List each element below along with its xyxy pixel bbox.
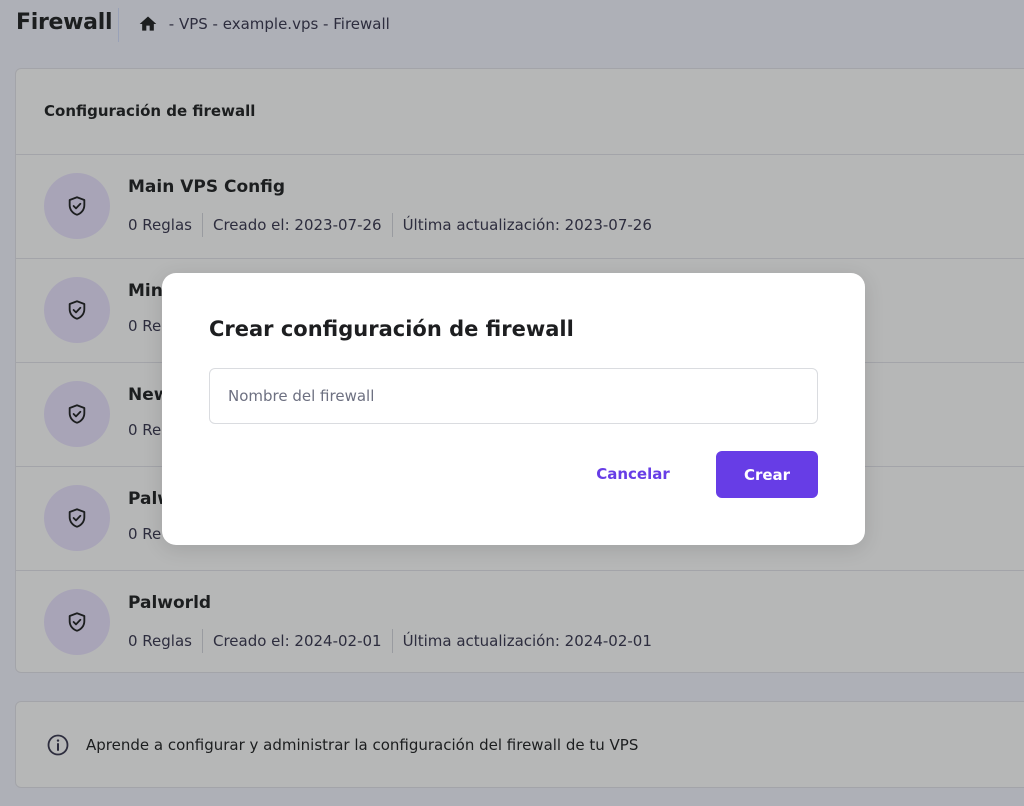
page: Firewall - VPS - example.vps - Firewall … (0, 0, 1024, 806)
modal-title: Crear configuración de firewall (209, 317, 574, 341)
firewall-name-input[interactable] (209, 368, 818, 424)
cancel-button[interactable]: Cancelar (580, 451, 686, 497)
create-firewall-modal: Crear configuración de firewall Cancelar… (162, 273, 865, 545)
create-button[interactable]: Crear (716, 451, 818, 498)
